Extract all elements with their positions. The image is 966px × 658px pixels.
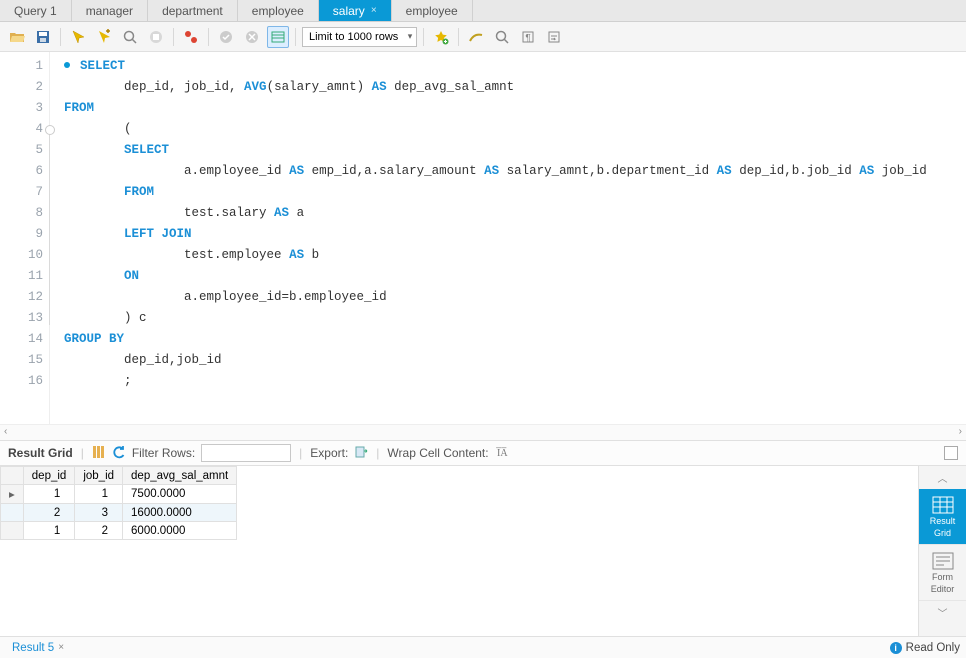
line-number: 11 xyxy=(0,266,43,287)
wrap-cell-label: Wrap Cell Content: xyxy=(387,446,488,460)
cell[interactable]: 2 xyxy=(75,522,123,540)
query-tab[interactable]: employee xyxy=(392,0,473,21)
query-tab[interactable]: salary× xyxy=(319,0,392,21)
line-number: 15 xyxy=(0,350,43,371)
line-number: 16 xyxy=(0,371,43,392)
result-columns-icon[interactable] xyxy=(92,445,106,462)
cell[interactable]: 16000.0000 xyxy=(123,504,237,522)
explain-button[interactable] xyxy=(119,26,141,48)
line-number: 1 xyxy=(0,56,43,77)
cell[interactable]: 3 xyxy=(75,504,123,522)
cell[interactable]: 1 xyxy=(23,485,75,504)
close-icon[interactable]: × xyxy=(58,642,64,653)
refresh-icon[interactable] xyxy=(112,445,126,462)
line-number-gutter: 12345678910111213141516 xyxy=(0,52,50,424)
line-number: 6 xyxy=(0,161,43,182)
row-header[interactable] xyxy=(1,522,24,540)
cell[interactable]: 1 xyxy=(23,522,75,540)
form-editor-view-button[interactable]: FormEditor xyxy=(919,545,966,601)
query-tab-bar: Query 1managerdepartmentemployeesalary×e… xyxy=(0,0,966,22)
toggle-wrap-button[interactable] xyxy=(543,26,565,48)
find-button[interactable] xyxy=(491,26,513,48)
wrap-cell-icon[interactable]: I̅A̅ xyxy=(495,445,509,462)
editor-horizontal-scrollbar[interactable] xyxy=(0,424,966,440)
row-header[interactable]: ▸ xyxy=(1,485,24,504)
query-tab[interactable]: employee xyxy=(238,0,319,21)
editor-toolbar: Limit to 1000 rows ¶ xyxy=(0,22,966,52)
table-row[interactable]: 2316000.0000 xyxy=(1,504,237,522)
query-tab[interactable]: Query 1 xyxy=(0,0,72,21)
cell[interactable]: 7500.0000 xyxy=(123,485,237,504)
line-number: 12 xyxy=(0,287,43,308)
fold-toggle-icon[interactable] xyxy=(45,125,55,135)
export-icon[interactable] xyxy=(354,445,368,462)
toggle-invisible-button[interactable]: ¶ xyxy=(517,26,539,48)
result-grid-title: Result Grid xyxy=(8,446,73,460)
result-side-panel: ︿ ResultGridFormEditor﹀ xyxy=(918,466,966,636)
line-number: 2 xyxy=(0,77,43,98)
line-number: 4 xyxy=(0,119,43,140)
line-number: 7 xyxy=(0,182,43,203)
panel-toggle-button[interactable] xyxy=(944,446,958,460)
query-tab[interactable]: manager xyxy=(72,0,148,21)
line-number: 14 xyxy=(0,329,43,350)
read-only-indicator: i Read Only xyxy=(890,642,960,654)
stop-button[interactable] xyxy=(145,26,167,48)
result-grid-view-button[interactable]: ResultGrid xyxy=(919,489,966,545)
favorite-button[interactable] xyxy=(430,26,452,48)
result-tab[interactable]: Result 5 × xyxy=(6,640,70,656)
table-row[interactable]: 126000.0000 xyxy=(1,522,237,540)
line-number: 8 xyxy=(0,203,43,224)
table-row[interactable]: ▸117500.0000 xyxy=(1,485,237,504)
line-number: 10 xyxy=(0,245,43,266)
code-area[interactable]: SELECT dep_id, job_id, AVG(salary_amnt) … xyxy=(50,52,966,424)
scroll-down-icon[interactable]: ﹀ xyxy=(919,601,966,624)
export-label: Export: xyxy=(310,446,348,460)
save-button[interactable] xyxy=(32,26,54,48)
line-number: 13 xyxy=(0,308,43,329)
line-number: 3 xyxy=(0,98,43,119)
cell[interactable]: 6000.0000 xyxy=(123,522,237,540)
sql-editor[interactable]: 12345678910111213141516 SELECT dep_id, j… xyxy=(0,52,966,424)
filter-rows-input[interactable] xyxy=(201,444,291,462)
result-grid-scroll[interactable]: dep_idjob_iddep_avg_sal_amnt▸117500.0000… xyxy=(0,466,918,636)
result-toolbar: Result Grid | Filter Rows: | Export: | W… xyxy=(0,440,966,466)
line-number: 5 xyxy=(0,140,43,161)
column-header[interactable]: job_id xyxy=(75,467,123,485)
info-icon: i xyxy=(890,642,902,654)
scroll-up-icon[interactable]: ︿ xyxy=(919,466,966,489)
execute-button[interactable] xyxy=(67,26,89,48)
filter-rows-label: Filter Rows: xyxy=(132,446,195,460)
statement-marker-icon xyxy=(64,62,70,68)
result-tab-bar: Result 5 × i Read Only xyxy=(0,636,966,658)
svg-text:I̅A̅: I̅A̅ xyxy=(495,447,508,458)
beautify-button[interactable] xyxy=(465,26,487,48)
column-header[interactable]: dep_avg_sal_amnt xyxy=(123,467,237,485)
close-icon[interactable]: × xyxy=(371,5,377,16)
column-header[interactable]: dep_id xyxy=(23,467,75,485)
open-file-button[interactable] xyxy=(6,26,28,48)
cell[interactable]: 1 xyxy=(75,485,123,504)
query-tab[interactable]: department xyxy=(148,0,238,21)
rollback-button[interactable] xyxy=(241,26,263,48)
row-header[interactable] xyxy=(1,504,24,522)
cell[interactable]: 2 xyxy=(23,504,75,522)
execute-current-button[interactable] xyxy=(93,26,115,48)
toggle-limit-button[interactable] xyxy=(267,26,289,48)
limit-rows-select[interactable]: Limit to 1000 rows xyxy=(302,27,417,47)
svg-text:¶: ¶ xyxy=(526,33,531,44)
toggle-autocommit-button[interactable] xyxy=(180,26,202,48)
line-number: 9 xyxy=(0,224,43,245)
commit-button[interactable] xyxy=(215,26,237,48)
result-grid-table: dep_idjob_iddep_avg_sal_amnt▸117500.0000… xyxy=(0,466,237,540)
